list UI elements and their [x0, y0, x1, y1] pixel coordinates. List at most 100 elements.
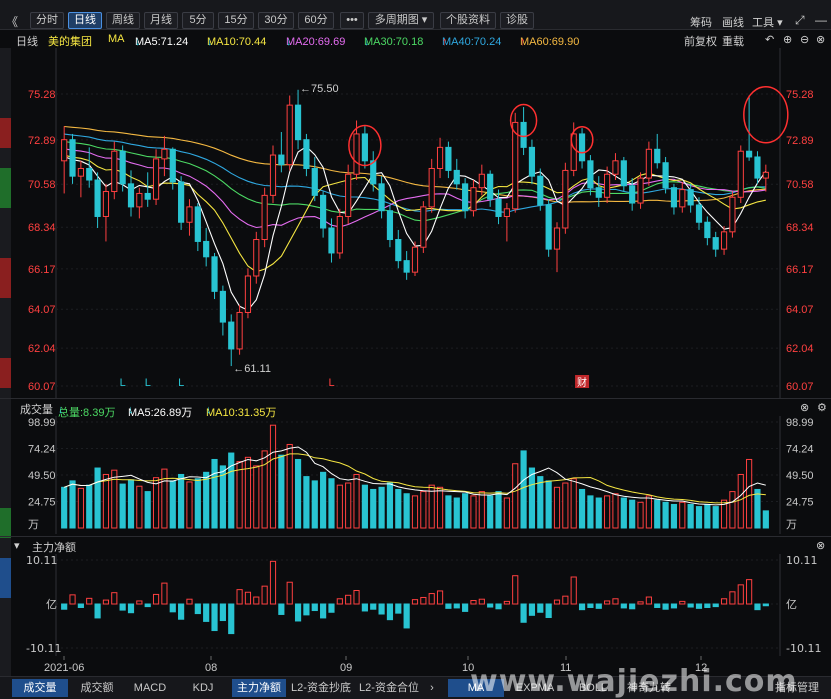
volume-bar	[704, 503, 711, 529]
volume-title[interactable]: 成交量	[20, 401, 53, 417]
candle-body	[411, 246, 419, 273]
tab-l2-bottom[interactable]: L2-资金抄底	[288, 679, 354, 697]
undo-icon[interactable]: ↶	[765, 33, 774, 46]
ma-indicator-label[interactable]: MA	[108, 33, 125, 45]
candle-body	[161, 148, 168, 160]
close-icon[interactable]: ⊗	[800, 401, 809, 414]
volume-bar	[528, 467, 536, 529]
net-flow-bar	[411, 599, 419, 605]
stock-name[interactable]: 美的集团	[48, 33, 92, 49]
volume-bar	[762, 510, 769, 529]
candle-body	[294, 104, 302, 141]
candle-body	[353, 133, 360, 175]
tab-intraday[interactable]: 分时	[30, 12, 64, 29]
candle-body	[136, 192, 143, 208]
volume-tick-right: 万	[786, 519, 797, 531]
zoom-in-icon[interactable]: ⊕	[783, 33, 792, 46]
net-flow-bar	[654, 603, 661, 608]
date-tick-label: 2021-06	[44, 662, 84, 674]
adjust-mode[interactable]: 前复权	[684, 33, 717, 49]
volume-bar	[545, 480, 552, 529]
volume-bar	[69, 480, 76, 529]
tab-30min[interactable]: 30分	[258, 12, 294, 29]
net-flow-bar	[211, 603, 218, 632]
volume-bar	[94, 467, 101, 529]
tab-macd[interactable]: MACD	[126, 679, 174, 697]
volume-bar	[102, 473, 110, 529]
overlay-button[interactable]: 重载	[722, 33, 744, 49]
price-tick-left: 66.17	[28, 264, 56, 276]
flow-tick-left: -10.11	[26, 642, 61, 655]
candle-body	[345, 173, 352, 217]
candle-body	[403, 260, 410, 273]
draw-line-button[interactable]: 画线	[722, 14, 744, 30]
tab-daily[interactable]: 日线	[68, 12, 102, 29]
multi-period-dropdown[interactable]: 多周期图 ▾	[368, 12, 434, 29]
candle-body	[503, 208, 510, 217]
volume-bar	[729, 491, 736, 529]
volume-tick-right: 74.24	[786, 444, 814, 456]
minimize-icon[interactable]: —	[815, 13, 827, 27]
net-flow-bar	[395, 603, 402, 614]
diagnose-button[interactable]: 诊股	[500, 12, 534, 29]
flow-title[interactable]: 主力净额	[32, 539, 76, 555]
volume-bar	[562, 482, 569, 529]
candle-body	[729, 196, 736, 233]
tab-5min[interactable]: 5分	[182, 12, 214, 29]
candle-body	[687, 189, 694, 206]
volume-bar	[420, 491, 427, 529]
volume-bar	[203, 471, 210, 529]
candlestick-chart[interactable]: 75.28 75.28 72.89 72.89 70.58 70.58 68.34 68.34…	[0, 48, 831, 398]
tab-weekly[interactable]: 周线	[106, 12, 140, 29]
close-icon[interactable]: ⊗	[816, 539, 825, 552]
net-flow-bar	[386, 603, 394, 621]
flow-legend: ▾ 主力净额 ⊗	[0, 536, 831, 554]
candle-body	[478, 173, 485, 189]
tab-l2-position[interactable]: L2-资金合位	[356, 679, 422, 697]
candle-body	[578, 133, 586, 162]
candle-body	[211, 256, 218, 292]
net-flow-bar	[203, 603, 210, 622]
net-flow-bar	[512, 575, 519, 605]
more-periods-button[interactable]: •••	[340, 12, 364, 29]
volume-bar	[278, 454, 285, 529]
candle-body	[512, 121, 519, 210]
net-flow-bar	[687, 603, 694, 608]
candle-body	[612, 160, 619, 175]
gear-icon[interactable]: ⚙	[817, 401, 827, 414]
chevron-right-icon[interactable]: ›	[424, 679, 440, 697]
price-tick-right: 60.07	[786, 381, 814, 393]
volume-chart[interactable]: 98.99 98.99 74.24 74.24 49.50 49.50 24.75 24.75…	[0, 416, 831, 534]
tab-monthly[interactable]: 月线	[144, 12, 178, 29]
zoom-out-icon[interactable]: ⊖	[800, 33, 809, 46]
net-flow-bar	[729, 591, 736, 605]
volume-bar	[578, 488, 586, 529]
tab-net-flow[interactable]: 主力净额	[232, 679, 286, 697]
candle-body	[495, 198, 502, 217]
tab-15min[interactable]: 15分	[218, 12, 254, 29]
candle-body	[595, 187, 602, 198]
net-flow-bar	[528, 603, 536, 616]
stock-info-button[interactable]: 个股资料	[440, 12, 496, 29]
net-flow-bar	[370, 603, 377, 610]
tab-60min[interactable]: 60分	[298, 12, 334, 29]
volume-bar	[353, 473, 360, 529]
fullscreen-icon[interactable]: ⤢	[795, 13, 805, 28]
volume-bar	[595, 497, 602, 529]
candle-body	[754, 156, 761, 179]
collapse-left-icon[interactable]: 《	[6, 13, 18, 30]
net-flow-bar	[537, 603, 544, 613]
event-marker-l: L	[328, 377, 334, 389]
tab-volume[interactable]: 成交量	[12, 679, 68, 697]
tab-turnover[interactable]: 成交额	[70, 679, 124, 697]
tools-button[interactable]: 工具 ▾	[752, 14, 783, 30]
net-flow-chart[interactable]: 10.11 10.11 亿 亿 -10.11 -10.11	[0, 554, 831, 656]
close-icon[interactable]: ⊗	[816, 33, 825, 46]
chips-button[interactable]: 筹码	[690, 14, 712, 30]
chevron-down-icon[interactable]: ▾	[14, 539, 20, 552]
tab-kdj[interactable]: KDJ	[176, 679, 230, 697]
candle-body	[253, 239, 260, 277]
net-flow-bar	[119, 603, 126, 611]
net-flow-bar	[453, 603, 460, 609]
candle-body	[77, 167, 84, 177]
